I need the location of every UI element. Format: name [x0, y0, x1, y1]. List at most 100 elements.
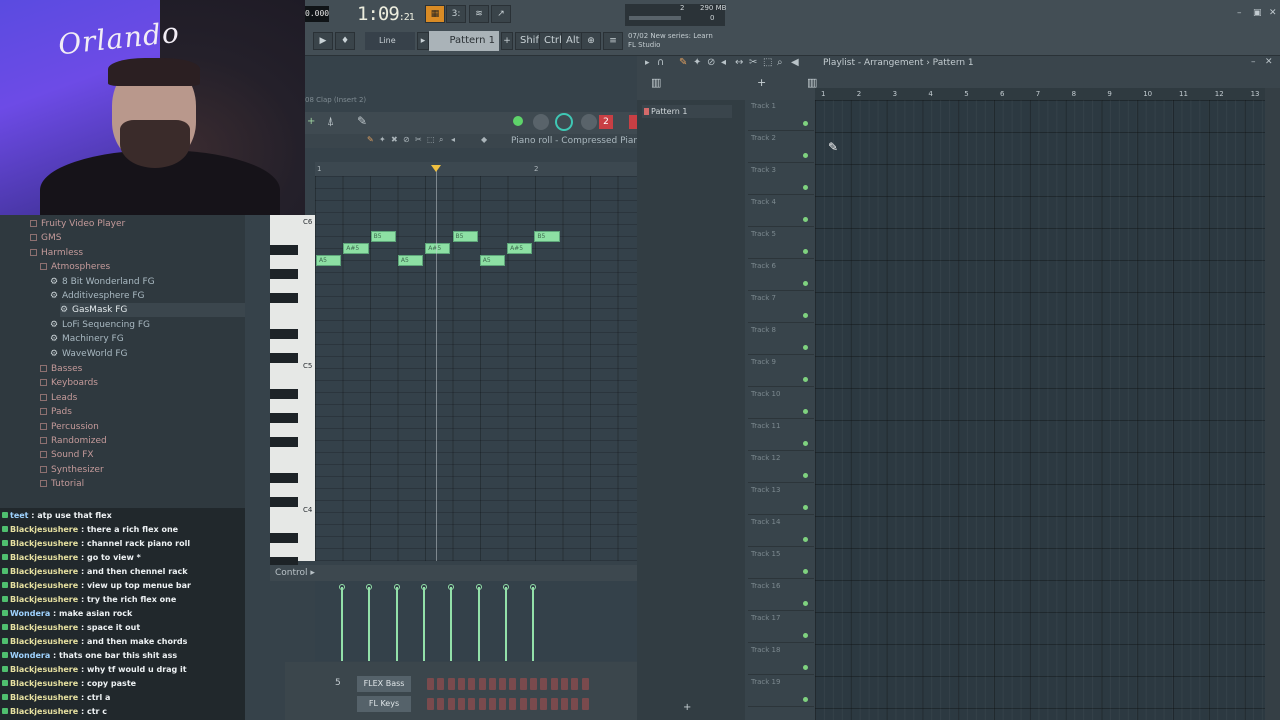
menu-icon[interactable]: ≡: [603, 32, 623, 50]
velocity-handle[interactable]: [530, 584, 537, 590]
stamp-icon[interactable]: ⍋: [327, 114, 334, 129]
add-icon[interactable]: +: [307, 116, 315, 127]
mixer-track-number[interactable]: 2: [599, 115, 613, 129]
track-header[interactable]: Track 11: [748, 420, 814, 451]
step-button[interactable]: [571, 678, 579, 690]
record-mic-icon[interactable]: ♦: [335, 32, 355, 50]
track-header[interactable]: Track 9: [748, 356, 814, 387]
note-block[interactable]: B5: [370, 231, 396, 242]
track-mute-led-icon[interactable]: [803, 121, 808, 126]
mute-tool-icon[interactable]: ⊘: [403, 135, 410, 144]
metronome-icon[interactable]: 3:: [446, 5, 466, 23]
track-mute-led-icon[interactable]: [803, 569, 808, 574]
black-key[interactable]: [270, 329, 298, 339]
track-header[interactable]: Track 13: [748, 484, 814, 515]
step-button[interactable]: [427, 698, 434, 710]
black-key[interactable]: [270, 473, 298, 483]
step-button[interactable]: [457, 698, 465, 710]
velocity-lane[interactable]: [315, 581, 637, 661]
plugin-icon[interactable]: ⊕: [581, 32, 601, 50]
track-header[interactable]: Track 10: [748, 388, 814, 419]
black-key[interactable]: [270, 533, 298, 543]
step-button[interactable]: [427, 678, 434, 690]
minimize-icon[interactable]: –: [1237, 8, 1242, 18]
velocity-bar[interactable]: [450, 587, 453, 661]
track-header[interactable]: Track 4: [748, 196, 814, 227]
velocity-handle[interactable]: [502, 584, 509, 590]
track-header[interactable]: Track 15: [748, 548, 814, 579]
browser-item[interactable]: Randomized: [40, 434, 245, 448]
note-block[interactable]: A5: [316, 255, 342, 266]
browser-item[interactable]: Sound FX: [40, 448, 245, 462]
add-pattern-plus-icon[interactable]: +: [683, 702, 691, 713]
step-button[interactable]: [447, 698, 455, 710]
velocity-handle[interactable]: [366, 584, 373, 590]
paint-icon[interactable]: ✦: [379, 135, 386, 144]
step-button[interactable]: [540, 698, 548, 710]
pl-slip-icon[interactable]: ↔: [735, 57, 743, 68]
track-header[interactable]: Track 16: [748, 580, 814, 611]
track-mute-led-icon[interactable]: [803, 217, 808, 222]
maximize-icon[interactable]: ▣: [1253, 8, 1262, 18]
step-button[interactable]: [509, 698, 517, 710]
track-mute-led-icon[interactable]: [803, 473, 808, 478]
pattern-song-toggle[interactable]: ▦: [425, 5, 445, 23]
playback-icon[interactable]: ◂: [451, 135, 455, 144]
channel-mixer-number[interactable]: 5: [335, 678, 341, 688]
black-key[interactable]: [270, 389, 298, 399]
zoom-icon[interactable]: ⌕: [439, 135, 443, 145]
pl-close-icon[interactable]: ✕: [1265, 57, 1273, 67]
track-header[interactable]: Track 14: [748, 516, 814, 547]
news-panel[interactable]: 07/02 New series: Learn FL Studio: [628, 32, 713, 50]
add-track-icon[interactable]: +: [757, 76, 766, 89]
black-key[interactable]: [270, 413, 298, 423]
step-button[interactable]: [560, 698, 568, 710]
track-header[interactable]: Track 2: [748, 132, 814, 163]
note-block[interactable]: A5: [479, 255, 506, 266]
velocity-bar[interactable]: [422, 587, 425, 661]
note-block[interactable]: A#5: [507, 243, 533, 254]
track-header[interactable]: Track 1: [748, 100, 814, 131]
playlist-grid[interactable]: [815, 100, 1265, 720]
track-mute-led-icon[interactable]: [803, 313, 808, 318]
playlist-ruler[interactable]: 1 2 3 4 5 6 7 8 9 10 11 12 13: [815, 88, 1265, 100]
pl-zoom-icon[interactable]: ⌕: [777, 57, 783, 68]
pl-brush-icon[interactable]: ✦: [693, 57, 701, 68]
browser-item[interactable]: Pads: [40, 405, 245, 419]
step-button[interactable]: [437, 698, 445, 710]
channel-name-flex-bass[interactable]: FLEX Bass: [357, 676, 411, 692]
playlist-scrollbar[interactable]: [1265, 88, 1280, 720]
step-button[interactable]: [468, 698, 476, 710]
select-icon[interactable]: ⬚: [427, 135, 435, 144]
step-button[interactable]: [499, 698, 507, 710]
track-header[interactable]: Track 17: [748, 612, 814, 643]
note-block[interactable]: A#5: [343, 243, 369, 254]
pl-slice-icon[interactable]: ✂: [749, 57, 757, 68]
browser-item[interactable]: Basses: [40, 362, 245, 376]
step-button[interactable]: [468, 678, 476, 690]
note-block[interactable]: A#5: [425, 243, 451, 254]
step-button[interactable]: [519, 698, 527, 710]
browser-item[interactable]: Synthesizer: [40, 463, 245, 477]
track-mute-led-icon[interactable]: [803, 665, 808, 670]
velocity-bar[interactable]: [341, 587, 343, 661]
track-mute-led-icon[interactable]: [803, 153, 808, 158]
step-button[interactable]: [581, 698, 589, 710]
step-button[interactable]: [530, 698, 537, 710]
velocity-handle[interactable]: [339, 584, 345, 590]
tempo-display[interactable]: 0.000: [305, 6, 329, 22]
track-mute-led-icon[interactable]: [803, 409, 808, 414]
velocity-handle[interactable]: [393, 584, 400, 590]
pl-delete-icon[interactable]: ⊘: [707, 57, 715, 68]
black-key[interactable]: [270, 269, 298, 279]
track-mute-led-icon[interactable]: [803, 377, 808, 382]
track-mute-led-icon[interactable]: [803, 697, 808, 702]
step-button[interactable]: [530, 678, 537, 690]
mute-led-icon[interactable]: [513, 116, 523, 126]
browser-item[interactable]: Atmospheres: [40, 260, 245, 274]
step-button[interactable]: [581, 678, 589, 690]
track-header[interactable]: Track 18: [748, 644, 814, 675]
browser-item[interactable]: ⚙ GasMask FG: [60, 303, 245, 318]
close-icon[interactable]: ✕: [1269, 8, 1277, 18]
pitch-knob-icon[interactable]: [581, 114, 597, 130]
